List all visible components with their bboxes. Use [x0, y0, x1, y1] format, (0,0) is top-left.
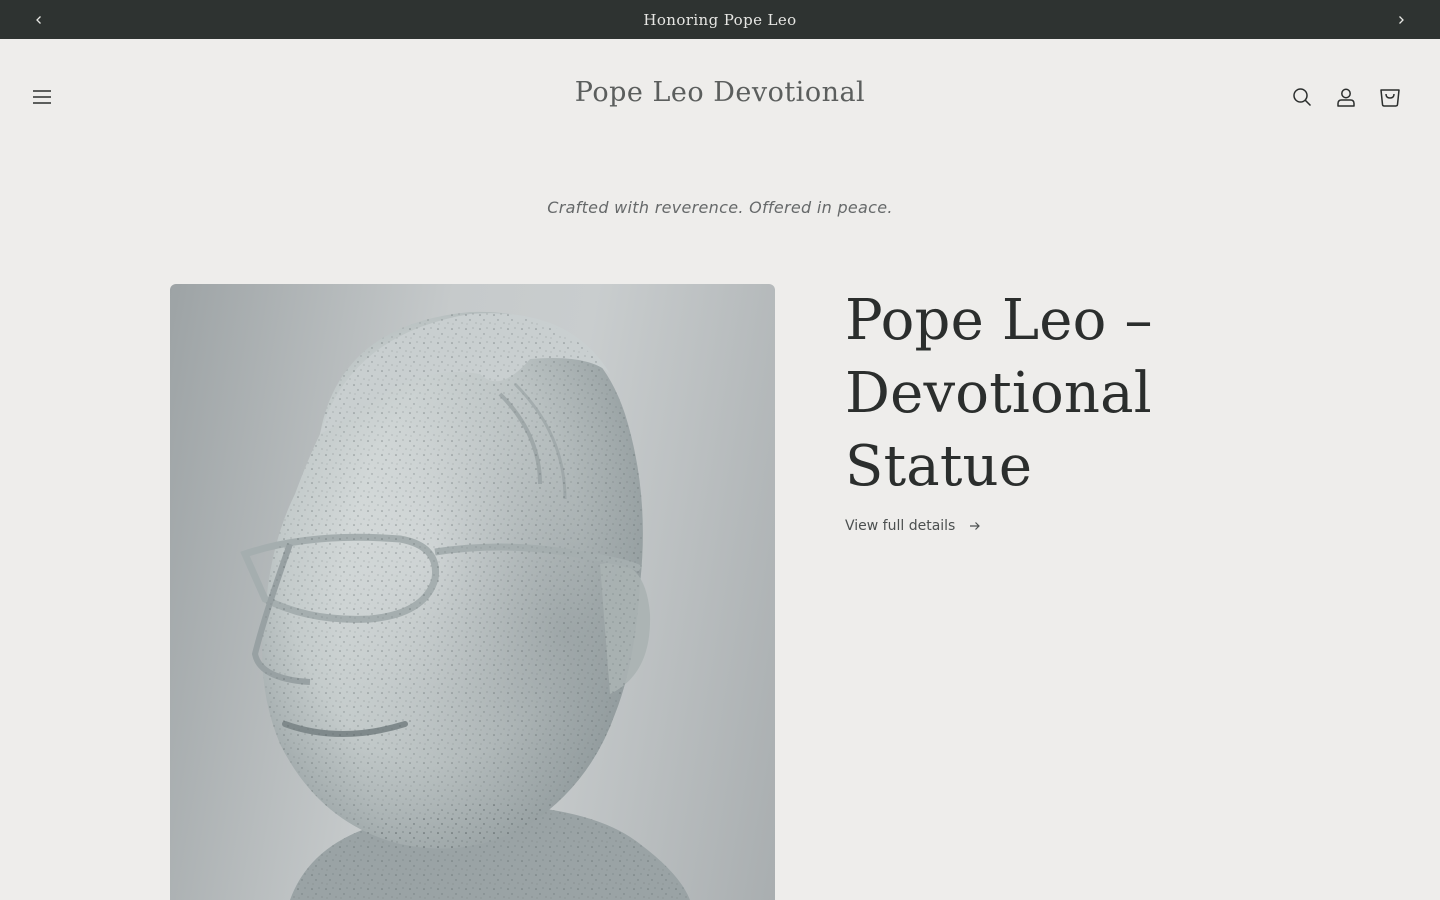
announcement-text: Honoring Pope Leo — [643, 10, 797, 29]
announcement-prev-button[interactable] — [19, 0, 59, 39]
product-title: Pope Leo – Devotional Statue — [845, 288, 1153, 499]
view-full-details-link[interactable]: View full details — [845, 518, 981, 534]
chevron-left-icon — [36, 15, 41, 24]
announcement-bar: Honoring Pope Leo — [0, 0, 1440, 39]
search-button[interactable] — [1280, 75, 1324, 119]
account-icon — [1337, 88, 1355, 107]
site-header: Pope Leo Devotional — [0, 39, 1440, 155]
search-icon — [1293, 88, 1312, 107]
view-details-label: View full details — [845, 518, 956, 534]
announcement-next-button[interactable] — [1381, 0, 1421, 39]
statue-bust-image — [240, 311, 690, 900]
arrow-right-icon — [969, 521, 981, 531]
hamburger-menu-icon — [33, 90, 51, 104]
brand-logo-link[interactable]: Pope Leo Devotional — [420, 77, 1020, 108]
cart-button[interactable] — [1368, 75, 1412, 119]
tagline-text: Crafted with reverence. Offered in peace… — [547, 198, 893, 217]
product-image[interactable] — [170, 284, 775, 900]
cart-icon — [1380, 89, 1400, 107]
account-button[interactable] — [1324, 75, 1368, 119]
menu-button[interactable] — [20, 75, 64, 119]
chevron-right-icon — [1399, 15, 1404, 24]
